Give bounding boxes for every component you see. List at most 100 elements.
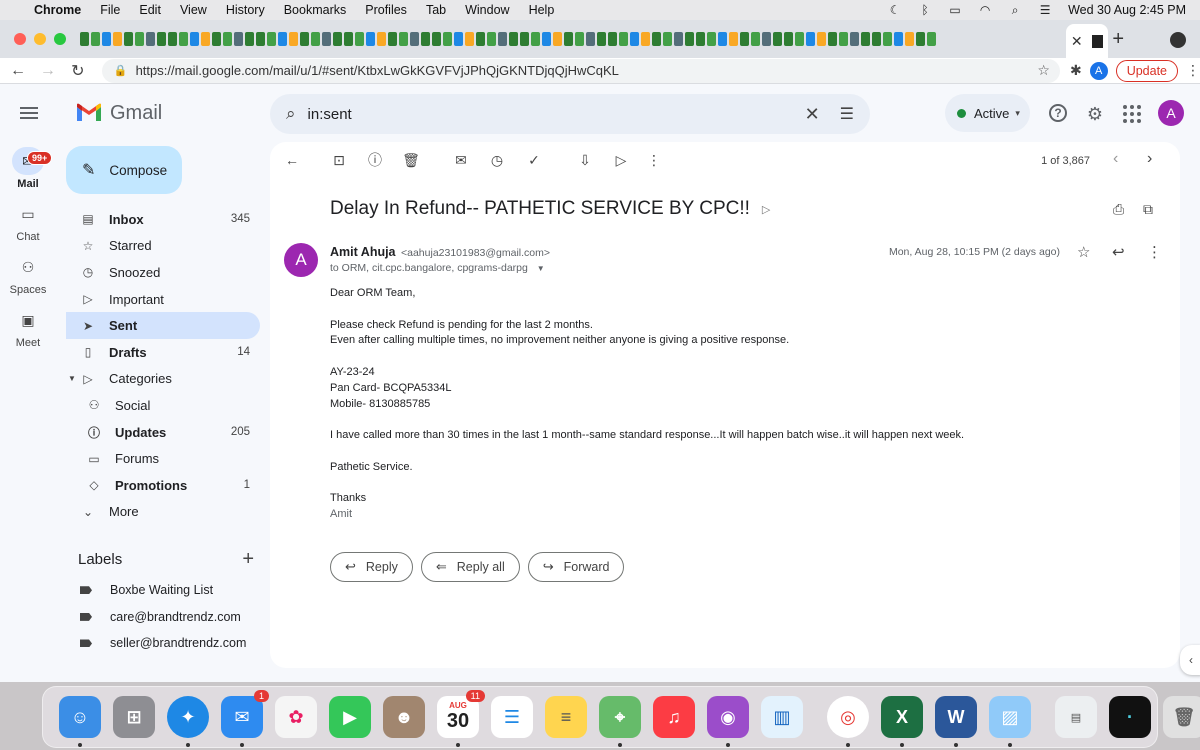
more-message-icon[interactable]: ⋮ bbox=[1147, 243, 1162, 261]
update-button[interactable]: Update bbox=[1115, 59, 1178, 82]
pinned-tab-favicon[interactable] bbox=[553, 32, 562, 46]
google-apps-icon[interactable] bbox=[1122, 104, 1142, 124]
pinned-tab-favicon[interactable] bbox=[465, 32, 474, 46]
pinned-tab-favicon[interactable] bbox=[454, 32, 463, 46]
maps-icon[interactable]: ⌖ bbox=[599, 696, 641, 747]
notes-icon[interactable]: ≡ bbox=[545, 696, 587, 738]
search-options-icon[interactable]: ☰ bbox=[840, 104, 854, 124]
pinned-tab-favicon[interactable] bbox=[102, 32, 111, 46]
older-icon[interactable]: › bbox=[1147, 150, 1152, 168]
pinned-tab-favicon[interactable] bbox=[432, 32, 441, 46]
new-tab-button[interactable]: + bbox=[1112, 28, 1124, 51]
sidebar-item-inbox[interactable]: ▤ Inbox 345 bbox=[66, 206, 260, 233]
pinned-tab-favicon[interactable] bbox=[850, 32, 859, 46]
reminders-icon[interactable]: ☰ bbox=[491, 696, 533, 738]
control-center-icon[interactable]: ☰ bbox=[1038, 3, 1052, 17]
preview-icon[interactable]: ▨ bbox=[989, 696, 1031, 747]
close-tab-icon[interactable]: ✕ bbox=[1071, 33, 1083, 50]
maximize-window-button[interactable] bbox=[54, 33, 66, 45]
bluetooth-icon[interactable]: ᛒ bbox=[918, 3, 932, 17]
photos-icon[interactable]: ✿ bbox=[275, 696, 317, 738]
pinned-tab-favicon[interactable] bbox=[157, 32, 166, 46]
reply-all-button[interactable]: ⇐ Reply all bbox=[420, 552, 520, 582]
pinned-tab-favicon[interactable] bbox=[333, 32, 342, 46]
pinned-tab-favicon[interactable] bbox=[256, 32, 265, 46]
archive-icon[interactable]: ⊡ bbox=[331, 152, 347, 168]
pinned-tab-favicon[interactable] bbox=[443, 32, 452, 46]
pinned-tab-favicon[interactable] bbox=[597, 32, 606, 46]
pinned-tab-favicon[interactable] bbox=[773, 32, 782, 46]
document-icon[interactable]: ▤ bbox=[1055, 696, 1097, 738]
search-bar[interactable]: ⌕ in:sent ✕ ☰ bbox=[270, 94, 870, 134]
rail-chat[interactable]: ▭ Chat bbox=[0, 195, 56, 248]
pinned-tab-favicon[interactable] bbox=[80, 32, 89, 46]
pinned-tab-favicon[interactable] bbox=[476, 32, 485, 46]
facetime-icon[interactable]: ▶ bbox=[329, 696, 371, 738]
reload-button[interactable]: ↻ bbox=[66, 61, 90, 81]
pinned-tab-favicon[interactable] bbox=[685, 32, 694, 46]
pinned-tab-favicon[interactable] bbox=[674, 32, 683, 46]
sidebar-item-promotions[interactable]: ◇ Promotions 1 bbox=[66, 472, 260, 499]
pinned-tab-favicon[interactable] bbox=[245, 32, 254, 46]
tab-search-icon[interactable] bbox=[1170, 32, 1186, 48]
pinned-tab-favicon[interactable] bbox=[696, 32, 705, 46]
pinned-tab-favicon[interactable] bbox=[542, 32, 551, 46]
star-icon[interactable]: ☆ bbox=[1077, 243, 1090, 261]
menu-view[interactable]: View bbox=[180, 3, 207, 17]
pinned-tab-favicon[interactable] bbox=[564, 32, 573, 46]
pinned-tab-favicon[interactable] bbox=[641, 32, 650, 46]
pinned-tab-favicon[interactable] bbox=[663, 32, 672, 46]
print-icon[interactable]: ⎙ bbox=[1113, 201, 1124, 218]
pinned-tab-favicon[interactable] bbox=[311, 32, 320, 46]
label-boxbe[interactable]: Boxbe Waiting List bbox=[80, 577, 260, 604]
pinned-tab-favicon[interactable] bbox=[234, 32, 243, 46]
pinned-tab-favicon[interactable] bbox=[630, 32, 639, 46]
podcasts-icon[interactable]: ◉ bbox=[707, 696, 749, 747]
minimize-window-button[interactable] bbox=[34, 33, 46, 45]
back-to-list-icon[interactable]: ← bbox=[284, 152, 300, 168]
sender-name[interactable]: Amit Ahuja bbox=[330, 245, 396, 259]
moon-icon[interactable]: ☾ bbox=[888, 3, 902, 17]
gmail-logo[interactable]: Gmail bbox=[76, 102, 162, 125]
side-panel-toggle[interactable]: ‹ bbox=[1180, 645, 1200, 675]
pinned-tab-favicon[interactable] bbox=[509, 32, 518, 46]
pinned-tab-favicon[interactable] bbox=[520, 32, 529, 46]
pinned-tab-favicon[interactable] bbox=[322, 32, 331, 46]
pinned-tab-favicon[interactable] bbox=[190, 32, 199, 46]
pinned-tab-favicon[interactable] bbox=[278, 32, 287, 46]
pinned-tab-favicon[interactable] bbox=[399, 32, 408, 46]
wifi-icon[interactable]: ◠ bbox=[978, 3, 992, 17]
account-avatar[interactable]: A bbox=[1158, 100, 1184, 126]
pinned-tab-favicon[interactable] bbox=[619, 32, 628, 46]
pinned-tab-favicon[interactable] bbox=[421, 32, 430, 46]
delete-icon[interactable]: 🗑 bbox=[402, 152, 420, 168]
pinned-tab-favicon[interactable] bbox=[608, 32, 617, 46]
rail-mail[interactable]: ✉ 99+ Mail bbox=[0, 142, 56, 195]
pinned-tab-favicon[interactable] bbox=[146, 32, 155, 46]
pinned-tab-favicon[interactable] bbox=[707, 32, 716, 46]
pinned-tab-favicon[interactable] bbox=[762, 32, 771, 46]
move-to-icon[interactable]: ⇩ bbox=[577, 152, 593, 168]
main-menu-icon[interactable] bbox=[20, 104, 38, 122]
pinned-tab-favicon[interactable] bbox=[894, 32, 903, 46]
help-icon[interactable]: ? bbox=[1049, 104, 1067, 122]
active-tab[interactable]: ✕ bbox=[1066, 24, 1108, 58]
pinned-tab-favicon[interactable] bbox=[751, 32, 760, 46]
sidebar-item-important[interactable]: ▷ Important bbox=[66, 286, 260, 313]
sidebar-item-forums[interactable]: ▭ Forums bbox=[66, 445, 260, 472]
caret-down-icon[interactable]: ▼ bbox=[68, 374, 76, 383]
pinned-tab-favicon[interactable] bbox=[927, 32, 936, 46]
extensions-icon[interactable]: ✱ bbox=[1070, 62, 1082, 79]
pinned-tab-favicon[interactable] bbox=[861, 32, 870, 46]
pinned-tab-favicon[interactable] bbox=[377, 32, 386, 46]
chrome-icon[interactable]: ◎ bbox=[827, 696, 869, 747]
pinned-tab-favicon[interactable] bbox=[652, 32, 661, 46]
show-details-icon[interactable]: ▼ bbox=[537, 264, 545, 273]
pinned-tab-favicon[interactable] bbox=[784, 32, 793, 46]
pinned-tab-favicon[interactable] bbox=[388, 32, 397, 46]
mail-app-icon[interactable]: ✉ 1 bbox=[221, 690, 269, 747]
pinned-tab-favicon[interactable] bbox=[828, 32, 837, 46]
sidebar-item-more[interactable]: ⌄ More bbox=[66, 499, 260, 526]
pinned-tab-favicon[interactable] bbox=[531, 32, 540, 46]
pinned-tab-favicon[interactable] bbox=[124, 32, 133, 46]
